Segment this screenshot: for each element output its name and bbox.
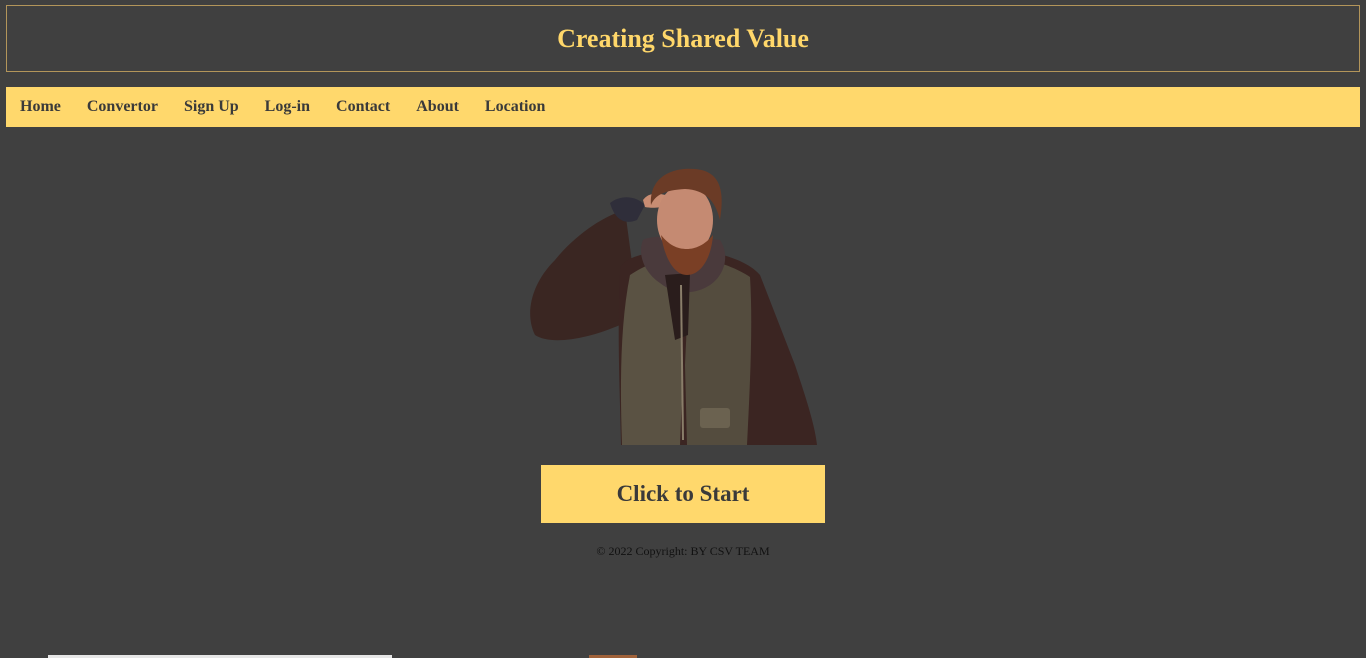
hero-avatar-figure bbox=[525, 165, 820, 445]
page: Creating Shared Value Home Convertor Sig… bbox=[0, 0, 1366, 658]
nav-item-convertor[interactable]: Convertor bbox=[87, 98, 158, 116]
site-header: Creating Shared Value bbox=[6, 5, 1360, 72]
nav-item-sign-up[interactable]: Sign Up bbox=[184, 98, 239, 116]
footer-copyright: © 2022 Copyright: BY CSV TEAM bbox=[596, 544, 770, 558]
saluting-man-image bbox=[530, 168, 817, 445]
click-to-start-button[interactable]: Click to Start bbox=[541, 465, 825, 523]
main-nav: Home Convertor Sign Up Log-in Contact Ab… bbox=[6, 87, 1360, 127]
nav-item-contact[interactable]: Contact bbox=[336, 98, 390, 116]
nav-item-about[interactable]: About bbox=[416, 98, 459, 116]
nav-item-home[interactable]: Home bbox=[20, 98, 61, 116]
nav-item-location[interactable]: Location bbox=[485, 98, 545, 116]
site-title: Creating Shared Value bbox=[557, 23, 809, 53]
nav-item-log-in[interactable]: Log-in bbox=[265, 98, 310, 116]
